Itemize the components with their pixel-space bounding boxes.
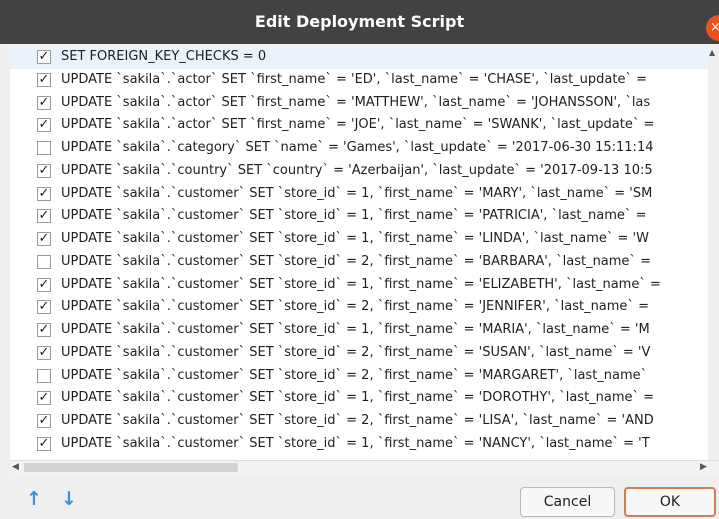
- statement-row[interactable]: ✓ UPDATE `sakila`.`customer` SET `store_i…: [10, 205, 708, 228]
- statement-row[interactable]: ✓ UPDATE `sakila`.`category` SET `name` =…: [10, 137, 708, 160]
- checkbox-checked[interactable]: ✓: [37, 277, 51, 292]
- checkbox-checked[interactable]: ✓: [37, 50, 51, 64]
- checkbox-checked[interactable]: ✓: [37, 300, 51, 315]
- statement-text: UPDATE `sakila`.`actor` SET `first_name`…: [61, 117, 655, 133]
- title-bar: Edit Deployment Script ×: [0, 0, 719, 44]
- checkbox-checked[interactable]: ✓: [37, 209, 51, 224]
- vertical-scrollbar[interactable]: ▲: [708, 46, 719, 460]
- checkbox-unchecked[interactable]: ✓: [37, 254, 51, 269]
- statement-row[interactable]: ✓ UPDATE `sakila`.`customer` SET `store_i…: [10, 296, 708, 319]
- checkbox-checked[interactable]: ✓: [37, 391, 51, 406]
- scroll-left-icon[interactable]: ◀: [12, 462, 19, 472]
- checkbox-checked[interactable]: ✓: [37, 163, 51, 178]
- checkbox-checked[interactable]: ✓: [37, 72, 51, 87]
- checkbox-checked[interactable]: ✓: [37, 414, 51, 428]
- statement-row[interactable]: ✓ UPDATE `sakila`.`actor` SET `first_name…: [10, 114, 708, 137]
- statement-list[interactable]: ✓ SET FOREIGN_KEY_CHECKS = 0 ✓ UPDATE `saki…: [10, 46, 708, 460]
- statement-text: UPDATE `sakila`.`customer` SET `store_id…: [61, 276, 661, 292]
- cancel-button[interactable]: Cancel: [520, 487, 615, 517]
- statement-text: UPDATE `sakila`.`country` SET `country` …: [61, 162, 653, 178]
- statement-text: UPDATE `sakila`.`customer` SET `store_id…: [61, 344, 651, 360]
- statement-row[interactable]: ✓ UPDATE `sakila`.`actor` SET `first_name…: [10, 69, 708, 92]
- statement-row[interactable]: ✓ UPDATE `sakila`.`actor` SET `first_name…: [10, 92, 708, 115]
- checkbox-checked[interactable]: ✓: [37, 345, 51, 360]
- statement-row[interactable]: ✓ UPDATE `sakila`.`customer` SET `store_i…: [10, 365, 708, 388]
- statement-text: UPDATE `sakila`.`customer` SET `store_id…: [61, 390, 655, 406]
- statement-row[interactable]: ✓ UPDATE `sakila`.`customer` SET `store_i…: [10, 228, 708, 251]
- statement-text: UPDATE `sakila`.`customer` SET `store_id…: [61, 299, 649, 315]
- statement-text: UPDATE `sakila`.`customer` SET `store_id…: [61, 367, 648, 383]
- checkbox-checked[interactable]: ✓: [37, 186, 51, 201]
- checkbox-unchecked[interactable]: ✓: [37, 141, 51, 155]
- statement-row[interactable]: ✓ UPDATE `sakila`.`customer` SET `store_i…: [10, 251, 708, 274]
- statement-row[interactable]: ✓ UPDATE `sakila`.`customer` SET `store_i…: [10, 433, 708, 456]
- statement-text: UPDATE `sakila`.`customer` SET `store_id…: [61, 413, 654, 428]
- checkbox-checked[interactable]: ✓: [37, 232, 51, 246]
- statement-text: UPDATE `sakila`.`customer` SET `store_id…: [61, 322, 650, 337]
- move-down-icon[interactable]: ↓: [61, 489, 77, 509]
- statement-text: UPDATE `sakila`.`customer` SET `store_id…: [61, 253, 651, 269]
- statement-row[interactable]: ✓ UPDATE `sakila`.`customer` SET `store_i…: [10, 410, 708, 433]
- ok-button[interactable]: OK: [624, 487, 716, 517]
- statement-text: UPDATE `sakila`.`category` SET `name` = …: [61, 140, 654, 155]
- statement-row[interactable]: ✓ UPDATE `sakila`.`customer` SET `store_i…: [10, 342, 708, 365]
- checkbox-checked[interactable]: ✓: [37, 436, 51, 451]
- checkbox-checked[interactable]: ✓: [37, 323, 51, 337]
- statement-row[interactable]: ✓ UPDATE `sakila`.`customer` SET `store_i…: [10, 319, 708, 342]
- statement-text: UPDATE `sakila`.`actor` SET `first_name`…: [61, 94, 651, 110]
- statement-row[interactable]: ✓ UPDATE `sakila`.`customer` SET `store_i…: [10, 183, 708, 206]
- statement-text: UPDATE `sakila`.`customer` SET `store_id…: [61, 231, 649, 246]
- statement-text: UPDATE `sakila`.`customer` SET `store_id…: [61, 185, 653, 201]
- scroll-right-icon[interactable]: ▶: [700, 462, 707, 472]
- checkbox-checked[interactable]: ✓: [37, 95, 51, 110]
- statement-text: UPDATE `sakila`.`customer` SET `store_id…: [61, 435, 650, 451]
- checkbox-checked[interactable]: ✓: [37, 118, 51, 133]
- statement-row[interactable]: ✓ SET FOREIGN_KEY_CHECKS = 0: [10, 46, 708, 69]
- statement-row[interactable]: ✓ UPDATE `sakila`.`customer` SET `store_i…: [10, 274, 708, 297]
- horizontal-scrollbar[interactable]: ◀ ▶: [10, 460, 719, 474]
- statement-text: SET FOREIGN_KEY_CHECKS = 0: [61, 49, 267, 64]
- statement-row[interactable]: ✓ UPDATE `sakila`.`customer` SET `store_i…: [10, 387, 708, 410]
- statement-row[interactable]: ✓ UPDATE `sakila`.`country` SET `country`…: [10, 160, 708, 183]
- window-title: Edit Deployment Script: [254, 12, 465, 31]
- statement-text: UPDATE `sakila`.`customer` SET `store_id…: [61, 208, 647, 224]
- move-up-icon[interactable]: ↑: [26, 489, 42, 509]
- checkbox-unchecked[interactable]: ✓: [37, 368, 51, 383]
- statement-text: UPDATE `sakila`.`actor` SET `first_name`…: [61, 71, 648, 87]
- scroll-up-icon[interactable]: ▲: [709, 48, 715, 57]
- horizontal-scroll-thumb[interactable]: [24, 463, 238, 472]
